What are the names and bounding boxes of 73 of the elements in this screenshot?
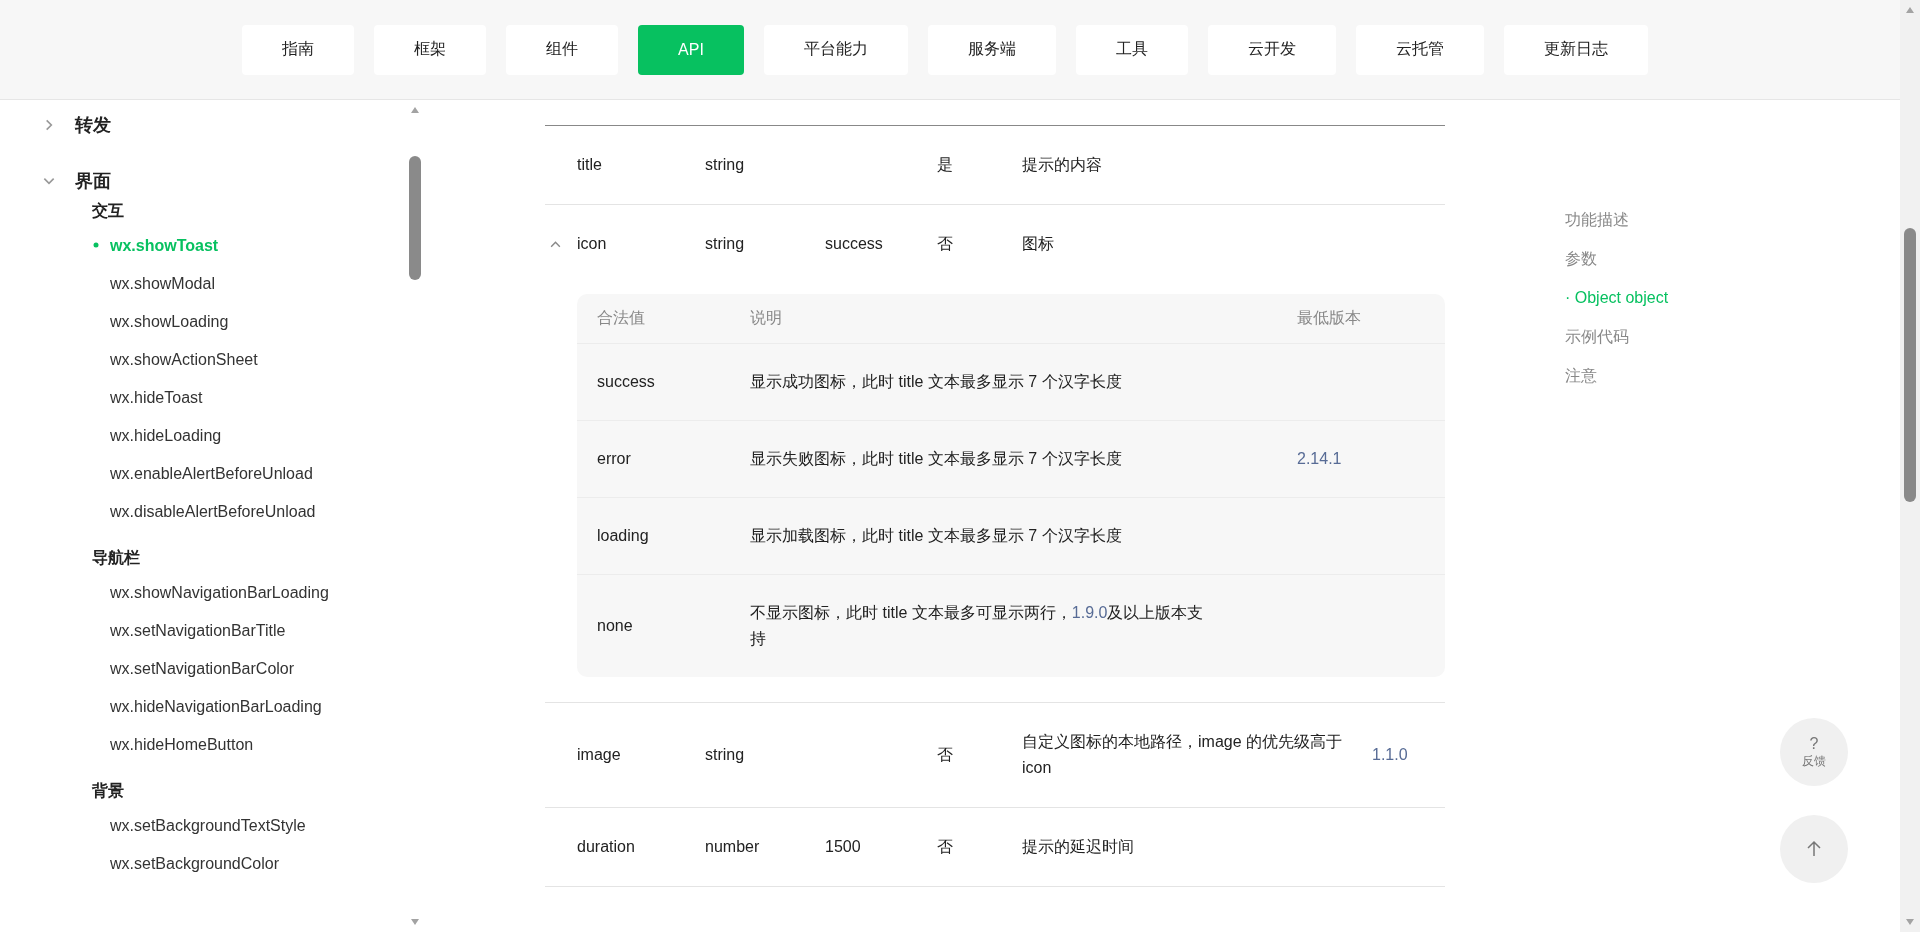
- nav-tab[interactable]: 更新日志: [1503, 24, 1648, 75]
- table-cell-text: 否: [937, 837, 953, 857]
- table-cell-text: title: [577, 155, 602, 175]
- sidebar-group-heading: 交互: [92, 201, 124, 221]
- table-cell-text: 是: [937, 155, 953, 175]
- sidebar-group-heading: 导航栏: [92, 548, 140, 568]
- table-cell-text: icon: [577, 234, 607, 254]
- table-cell-text: 1500: [825, 837, 861, 857]
- sidebar-section[interactable]: 界面: [75, 169, 111, 193]
- table-cell-text: duration: [577, 837, 635, 857]
- sidebar-item[interactable]: wx.showActionSheet: [110, 342, 372, 376]
- nav-tab[interactable]: 工具: [1075, 24, 1188, 75]
- scrollbar[interactable]: [1900, 0, 1920, 932]
- table-cell-text: string: [705, 155, 745, 175]
- sidebar-item[interactable]: wx.disableAlertBeforeUnload: [110, 494, 372, 528]
- sidebar-item[interactable]: wx.setBackgroundTextStyle: [110, 808, 372, 842]
- sidebar-item[interactable]: wx.hideToast: [110, 380, 372, 414]
- scroll-up-icon[interactable]: [410, 106, 420, 114]
- bullet-icon: [93, 242, 99, 248]
- sidebar-item[interactable]: wx.hideHomeButton: [110, 727, 372, 761]
- table-cell-text: 自定义图标的本地路径，image 的优先级高于 icon: [1022, 732, 1344, 778]
- nav-tab[interactable]: 框架: [374, 24, 487, 75]
- scroll-down-icon[interactable]: [1905, 918, 1915, 926]
- sidebar-item[interactable]: wx.enableAlertBeforeUnload: [110, 456, 372, 490]
- column-header: 最低版本: [1297, 308, 1362, 328]
- table-cell-text: 图标: [1022, 234, 1054, 254]
- sidebar-item[interactable]: wx.showNavigationBarLoading: [110, 575, 372, 609]
- table-cell-text: 否: [937, 745, 953, 765]
- table-cell-text: 提示的内容: [1022, 155, 1102, 175]
- sidebar-item[interactable]: wx.showModal: [110, 266, 372, 300]
- sidebar-item[interactable]: wx.hideLoading: [110, 418, 372, 452]
- table-cell-text: 显示成功图标，此时 title 文本最多显示 7 个汉字长度: [750, 372, 1122, 392]
- nav-tab[interactable]: 组件: [506, 24, 619, 75]
- table-cell-text: success: [825, 234, 883, 254]
- toc-link[interactable]: 功能描述: [1565, 210, 1629, 230]
- table-cell-text: number: [705, 837, 760, 857]
- table-cell-text: 否: [937, 234, 953, 254]
- sidebar-item[interactable]: wx.setBackgroundColor: [110, 846, 372, 880]
- sidebar-group-heading: 背景: [92, 781, 124, 801]
- column-header: 说明: [750, 308, 783, 328]
- toc-link[interactable]: 注意: [1565, 366, 1597, 386]
- nav-tab[interactable]: 平台能力: [763, 24, 908, 75]
- table-cell-text: 提示的延迟时间: [1022, 837, 1134, 857]
- sidebar-item[interactable]: wx.hideNavigationBarLoading: [110, 689, 372, 723]
- nav-tab[interactable]: 指南: [242, 24, 355, 75]
- scrollbar-thumb[interactable]: [1904, 228, 1916, 502]
- version-link[interactable]: 1.1.0: [1372, 742, 1408, 768]
- toc-link[interactable]: 参数: [1565, 249, 1597, 269]
- toc-link[interactable]: 示例代码: [1565, 327, 1629, 347]
- nav-tab[interactable]: 服务端: [927, 24, 1056, 75]
- nav-tab[interactable]: 云开发: [1207, 24, 1336, 75]
- table-cell-text: success: [597, 372, 655, 392]
- sidebar-item[interactable]: wx.setNavigationBarTitle: [110, 613, 372, 647]
- scrollbar-thumb[interactable]: [409, 156, 421, 280]
- version-link[interactable]: 1.9.0: [1071, 604, 1108, 621]
- feedback-button[interactable]: ? 反馈: [1780, 718, 1848, 786]
- table-cell-text: 不显示图标，此时 title 文本最多可显示两行，1.9.0及以上版本支持: [750, 603, 1205, 649]
- table-cell-text: image: [577, 745, 621, 765]
- nav-tab[interactable]: 云托管: [1355, 24, 1484, 75]
- sidebar-item[interactable]: wx.setNavigationBarColor: [110, 651, 372, 685]
- scroll-up-icon[interactable]: [1905, 6, 1915, 14]
- table-cell-text: loading: [597, 526, 649, 546]
- table-cell-text: error: [597, 449, 631, 469]
- version-link[interactable]: 2.14.1: [1297, 446, 1342, 472]
- table-cell-text: string: [705, 745, 745, 765]
- table-cell-text: 显示失败图标，此时 title 文本最多显示 7 个汉字长度: [750, 449, 1122, 469]
- sidebar-item[interactable]: wx.showLoading: [110, 304, 372, 338]
- table-cell-text: 显示加载图标，此时 title 文本最多显示 7 个汉字长度: [750, 526, 1122, 546]
- scroll-down-icon[interactable]: [410, 918, 420, 926]
- column-header: 合法值: [597, 308, 646, 328]
- sidebar-section[interactable]: 转发: [75, 113, 111, 137]
- table-cell-text: none: [597, 616, 633, 636]
- table-cell-text: string: [705, 234, 745, 254]
